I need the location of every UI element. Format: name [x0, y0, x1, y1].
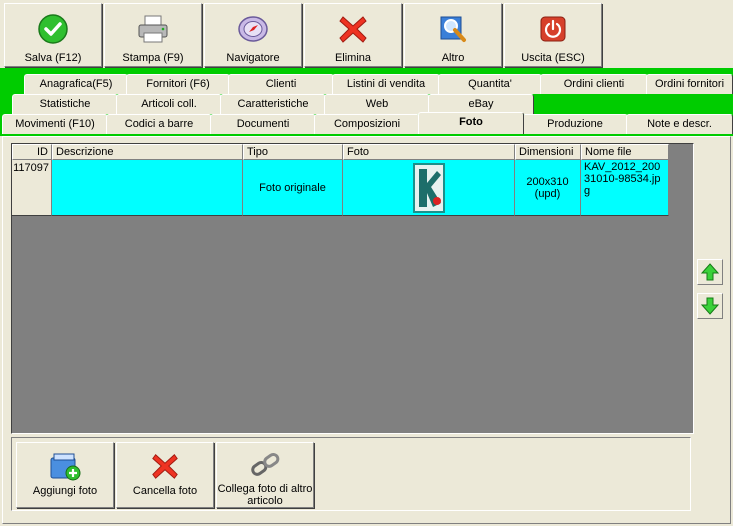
photo-grid[interactable]: ID Descrizione Tipo Foto Dimensioni Nome… [11, 143, 694, 434]
exit-label: Uscita (ESC) [521, 52, 585, 64]
move-down-button[interactable] [697, 293, 723, 319]
print-button[interactable]: Stampa (F9) [104, 3, 202, 67]
tab-note-descr[interactable]: Note e descr. [626, 114, 733, 134]
check-icon [36, 12, 70, 46]
delete-photo-label: Cancella foto [132, 485, 198, 497]
table-row[interactable]: 117097 Foto originale 200x310 (upd) KAV_… [12, 160, 669, 216]
delete-label: Elimina [334, 52, 372, 64]
cell-tipo[interactable]: Foto originale [243, 160, 343, 216]
col-descrizione[interactable]: Descrizione [52, 144, 243, 160]
add-photo-label: Aggiungi foto [32, 485, 98, 497]
x-icon [336, 12, 370, 46]
magnifier-icon [436, 12, 470, 46]
tab-anagrafica[interactable]: Anagrafica(F5) [24, 74, 128, 94]
toolbar: Salva (F12) Stampa (F9) Navigatore Elimi… [0, 0, 733, 68]
tab-clienti[interactable]: Clienti [228, 74, 334, 94]
tab-fornitori[interactable]: Fornitori (F6) [126, 74, 230, 94]
compass-icon [236, 12, 270, 46]
col-foto[interactable]: Foto [343, 144, 515, 160]
photo-actions: Aggiungi foto Cancella foto Collega foto… [11, 437, 691, 511]
add-photo-icon [48, 449, 82, 483]
arrow-up-icon [700, 263, 720, 281]
tab-listini-vendita[interactable]: Listini di vendita [332, 74, 440, 94]
power-icon [536, 12, 570, 46]
tab-statistiche[interactable]: Statistiche [12, 94, 118, 114]
grid-header: ID Descrizione Tipo Foto Dimensioni Nome… [12, 144, 669, 160]
tab-movimenti[interactable]: Movimenti (F10) [2, 114, 108, 134]
tab-codici-barre[interactable]: Codici a barre [106, 114, 212, 134]
photo-thumbnail [412, 162, 445, 213]
tab-ebay[interactable]: eBay [428, 94, 534, 114]
tab-ordini-fornitori[interactable]: Ordini fornitori [646, 74, 733, 94]
cell-nome-file[interactable]: KAV_2012_20031010-98534.jpg [581, 160, 669, 216]
tab-produzione[interactable]: Produzione [522, 114, 628, 134]
more-label: Altro [441, 52, 465, 64]
navigator-label: Navigatore [226, 52, 280, 64]
tab-web[interactable]: Web [324, 94, 430, 114]
cell-dimensioni[interactable]: 200x310 (upd) [515, 160, 581, 216]
delete-button[interactable]: Elimina [304, 3, 402, 67]
tab-articoli-coll[interactable]: Articoli coll. [116, 94, 222, 114]
col-dimensioni[interactable]: Dimensioni [515, 144, 581, 160]
tab-composizioni[interactable]: Composizioni [314, 114, 420, 134]
save-label: Salva (F12) [24, 52, 82, 64]
col-tipo[interactable]: Tipo [243, 144, 343, 160]
navigator-button[interactable]: Navigatore [204, 3, 302, 67]
more-button[interactable]: Altro [404, 3, 502, 67]
cell-descrizione[interactable] [52, 160, 243, 216]
add-photo-button[interactable]: Aggiungi foto [16, 442, 114, 508]
link-photo-label: Collega foto di altro articolo [217, 483, 313, 507]
col-id[interactable]: ID [12, 144, 52, 160]
link-photo-button[interactable]: Collega foto di altro articolo [216, 442, 314, 508]
save-button[interactable]: Salva (F12) [4, 3, 102, 67]
exit-button[interactable]: Uscita (ESC) [504, 3, 602, 67]
tab-caratteristiche[interactable]: Caratteristiche [220, 94, 326, 114]
x-icon [148, 449, 182, 483]
link-icon [248, 449, 282, 481]
tab-documenti[interactable]: Documenti [210, 114, 316, 134]
delete-photo-button[interactable]: Cancella foto [116, 442, 214, 508]
photo-panel: ID Descrizione Tipo Foto Dimensioni Nome… [2, 136, 731, 524]
col-nome-file[interactable]: Nome file [581, 144, 669, 160]
tab-quantita[interactable]: Quantita' [438, 74, 542, 94]
move-up-button[interactable] [697, 259, 723, 285]
printer-icon [136, 12, 170, 46]
cell-id: 117097 [12, 160, 52, 216]
cell-foto[interactable] [343, 160, 515, 216]
tab-foto[interactable]: Foto [418, 112, 524, 134]
arrow-down-icon [700, 297, 720, 315]
tab-strip: Anagrafica(F5) Fornitori (F6) Clienti Li… [0, 68, 733, 136]
tab-ordini-clienti[interactable]: Ordini clienti [540, 74, 648, 94]
print-label: Stampa (F9) [122, 52, 184, 64]
